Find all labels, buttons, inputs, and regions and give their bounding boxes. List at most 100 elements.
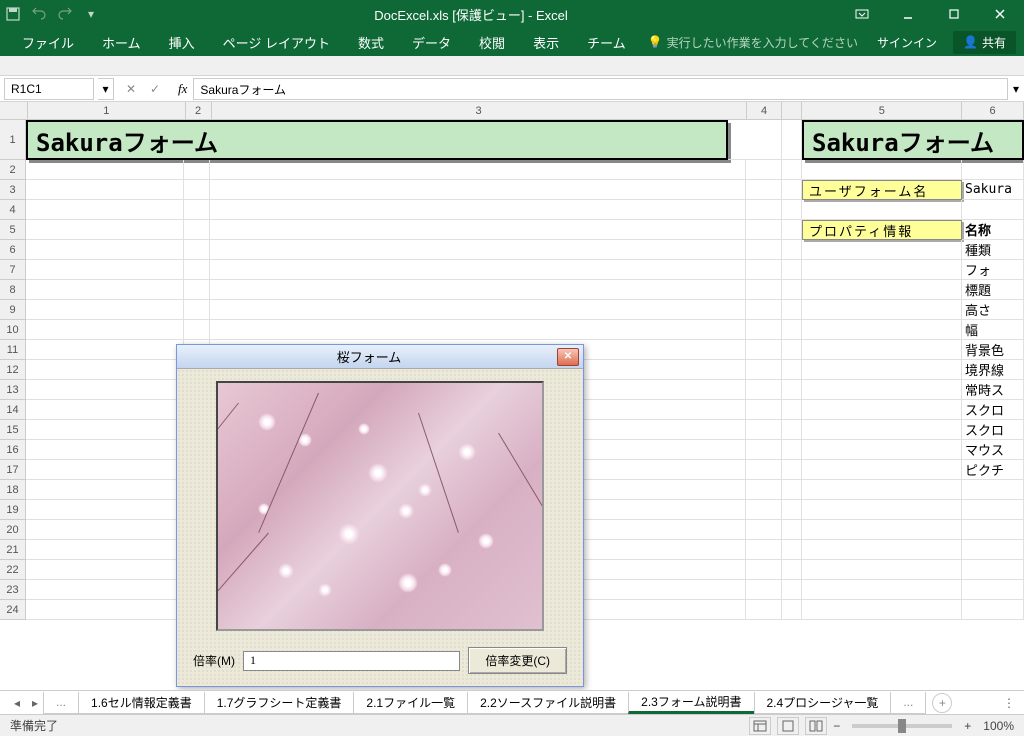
row-header[interactable]: 18 — [0, 480, 26, 500]
view-pagebreak-icon[interactable] — [805, 717, 827, 735]
cell[interactable] — [962, 160, 1024, 180]
cell[interactable] — [210, 240, 746, 260]
row-header[interactable]: 13 — [0, 380, 26, 400]
col-header[interactable]: 2 — [186, 102, 212, 119]
cell[interactable] — [26, 560, 184, 580]
cell[interactable] — [962, 520, 1024, 540]
row-header[interactable]: 15 — [0, 420, 26, 440]
cell[interactable] — [26, 580, 184, 600]
cell[interactable]: 名称 — [962, 220, 1024, 240]
cell[interactable] — [26, 160, 184, 180]
cell[interactable] — [746, 440, 782, 460]
cell[interactable] — [802, 520, 962, 540]
dialog-close-button[interactable]: ✕ — [557, 348, 579, 366]
cell[interactable] — [782, 540, 802, 560]
cell[interactable] — [26, 600, 184, 620]
cell[interactable] — [746, 200, 782, 220]
cell[interactable] — [746, 400, 782, 420]
tab-team[interactable]: チーム — [573, 28, 640, 56]
cell[interactable] — [782, 340, 802, 360]
cell[interactable] — [26, 420, 184, 440]
fx-icon[interactable]: fx — [178, 81, 187, 97]
sheet-tab[interactable]: 2.3フォーム説明書 — [628, 692, 754, 714]
row-header[interactable]: 8 — [0, 280, 26, 300]
undo-icon[interactable] — [30, 5, 48, 23]
row-header[interactable]: 14 — [0, 400, 26, 420]
cell[interactable] — [26, 460, 184, 480]
cell[interactable] — [26, 440, 184, 460]
title-cell-1[interactable]: Sakuraフォーム — [26, 120, 728, 160]
cell[interactable] — [26, 300, 184, 320]
tab-split-icon[interactable]: ⋮ — [1000, 693, 1018, 713]
cell[interactable] — [184, 160, 210, 180]
cell[interactable] — [782, 420, 802, 440]
tab-formulas[interactable]: 数式 — [344, 28, 398, 56]
select-all-corner[interactable] — [0, 102, 28, 119]
cell[interactable] — [746, 460, 782, 480]
cell[interactable] — [746, 480, 782, 500]
name-box-dropdown[interactable]: ▾ — [98, 78, 114, 100]
cell[interactable] — [26, 320, 184, 340]
row-header[interactable]: 11 — [0, 340, 26, 360]
row-header[interactable]: 2 — [0, 160, 26, 180]
view-normal-icon[interactable] — [749, 717, 771, 735]
cell[interactable] — [26, 260, 184, 280]
cell[interactable] — [802, 480, 962, 500]
cell[interactable] — [962, 540, 1024, 560]
cancel-formula-icon[interactable]: ✕ — [120, 78, 142, 100]
sheet-tab[interactable]: 2.2ソースファイル説明書 — [467, 692, 629, 714]
cell[interactable] — [26, 340, 184, 360]
cell[interactable] — [184, 260, 210, 280]
cell[interactable]: マウス — [962, 440, 1024, 460]
row-header[interactable]: 6 — [0, 240, 26, 260]
cell[interactable]: 標題 — [962, 280, 1024, 300]
view-pagelayout-icon[interactable] — [777, 717, 799, 735]
cell[interactable] — [184, 220, 210, 240]
enter-formula-icon[interactable]: ✓ — [144, 78, 166, 100]
cell[interactable] — [746, 280, 782, 300]
ratio-change-button[interactable]: 倍率変更(C) — [468, 647, 567, 674]
row-header[interactable]: 17 — [0, 460, 26, 480]
cell[interactable] — [26, 380, 184, 400]
cell[interactable] — [210, 260, 746, 280]
cell[interactable] — [746, 160, 782, 180]
cell[interactable] — [802, 240, 962, 260]
col-header[interactable]: 1 — [28, 102, 186, 119]
cell[interactable] — [802, 420, 962, 440]
cell[interactable] — [26, 540, 184, 560]
cell[interactable] — [962, 580, 1024, 600]
cell[interactable]: スクロ — [962, 400, 1024, 420]
redo-icon[interactable] — [56, 5, 74, 23]
formula-input[interactable]: Sakuraフォーム — [193, 78, 1008, 100]
row-header[interactable]: 9 — [0, 300, 26, 320]
save-icon[interactable] — [4, 5, 22, 23]
sheet-tab[interactable]: 2.4プロシージャ一覧 — [754, 692, 892, 714]
signin-link[interactable]: サインイン — [877, 34, 937, 51]
cell[interactable] — [746, 300, 782, 320]
cell[interactable] — [782, 520, 802, 540]
col-header[interactable]: 5 — [802, 102, 962, 119]
row-header[interactable]: 3 — [0, 180, 26, 200]
cell[interactable] — [782, 380, 802, 400]
row-header[interactable]: 7 — [0, 260, 26, 280]
name-box[interactable]: R1C1 — [4, 78, 94, 100]
tab-home[interactable]: ホーム — [88, 28, 155, 56]
cell[interactable] — [746, 600, 782, 620]
cell[interactable]: 常時ス — [962, 380, 1024, 400]
cell[interactable] — [26, 240, 184, 260]
tab-overflow[interactable]: ... — [43, 692, 79, 714]
cell[interactable] — [746, 320, 782, 340]
col-header[interactable]: 3 — [212, 102, 747, 119]
col-header[interactable]: 4 — [747, 102, 783, 119]
maximize-button[interactable] — [934, 2, 974, 26]
cell[interactable] — [746, 420, 782, 440]
cell[interactable] — [782, 200, 802, 220]
cell[interactable] — [746, 540, 782, 560]
sheet-tab[interactable]: 1.7グラフシート定義書 — [204, 692, 355, 714]
cell[interactable]: プロパティ情報 — [802, 220, 962, 240]
cell[interactable] — [782, 440, 802, 460]
cell[interactable]: 背景色 — [962, 340, 1024, 360]
tab-review[interactable]: 校閲 — [465, 28, 519, 56]
cell[interactable] — [746, 180, 782, 200]
cell[interactable] — [210, 180, 746, 200]
